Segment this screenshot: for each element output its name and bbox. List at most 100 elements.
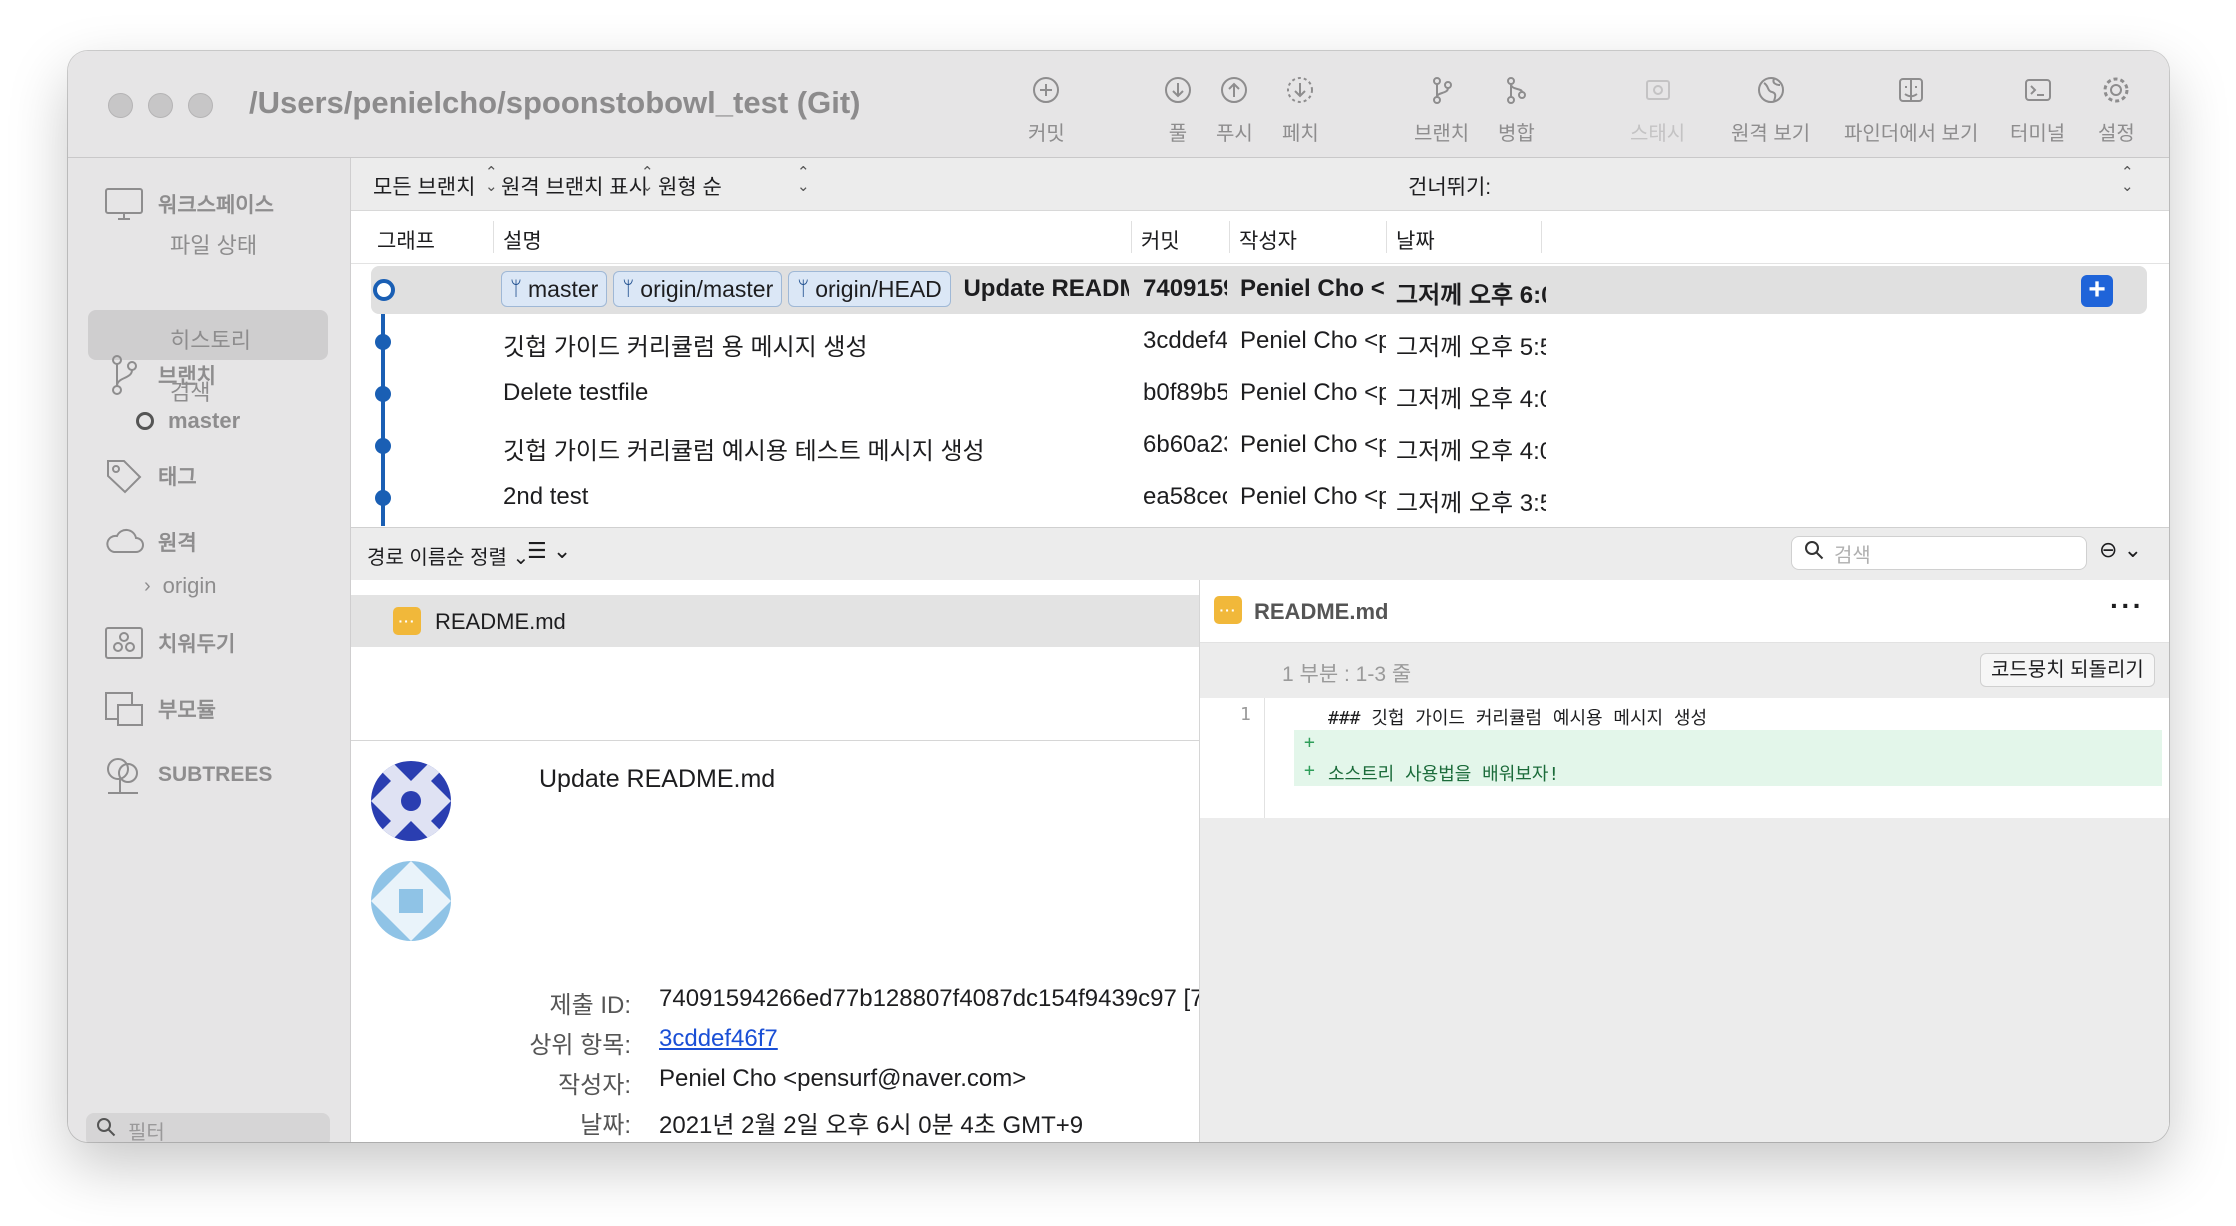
sidebar-item-file-status[interactable]: 파일 상태	[170, 228, 257, 260]
close-window-button[interactable]	[108, 93, 133, 118]
show-remote-branches-select[interactable]: 원격 브랜치 표시	[501, 171, 648, 201]
sidebar-item-history[interactable]: 히스토리	[170, 323, 251, 355]
commit-description: 2nd test	[503, 483, 589, 510]
zoom-window-button[interactable]	[188, 93, 213, 118]
commit-message: Update README.md	[539, 765, 776, 793]
branch-tag[interactable]: ᛘ master	[501, 271, 608, 307]
stash-button[interactable]: 스태시	[1630, 73, 1685, 151]
branch-button[interactable]: 브랜치	[1414, 73, 1469, 151]
author-value: Peniel Cho <pensurf@naver.com>	[659, 1065, 1027, 1092]
minimize-window-button[interactable]	[148, 93, 173, 118]
submodule-icon	[104, 689, 144, 729]
committer-avatar	[371, 861, 451, 941]
select-arrows-icon: ⌃ ⌄	[797, 164, 810, 195]
ellipsis-icon[interactable]: ···	[2110, 590, 2144, 622]
commit-row[interactable]: Delete testfile b0f89b5 Peniel Cho <pen.…	[351, 368, 2169, 420]
current-branch-icon	[136, 412, 154, 430]
discard-hunk-button[interactable]: 코드뭉치 되돌리기	[1980, 653, 2155, 687]
date-value: 2021년 2월 2일 오후 6시 0분 4초 GMT+9	[659, 1112, 1084, 1139]
add-button[interactable]: +	[2081, 275, 2113, 307]
hunk-range: 1 부분 : 1-3 줄	[1282, 663, 1412, 686]
sidebar-section-submodules[interactable]: 부모듈	[104, 689, 216, 729]
sidebar-section-stashes[interactable]: 치워두기	[104, 623, 235, 663]
commit-hash: b0f89b5	[1143, 379, 1227, 406]
commit-author: Peniel Cho <pen...	[1240, 379, 1386, 406]
graph-node	[375, 438, 391, 454]
settings-button[interactable]: 설정	[2098, 73, 2135, 151]
sidebar-section-branches[interactable]: 브랜치	[104, 355, 216, 395]
commit-button[interactable]: 커밋	[1028, 73, 1065, 151]
graph-node	[375, 490, 391, 506]
sidebar-section-subtrees[interactable]: SUBTREES	[104, 755, 272, 795]
sidebar-filter-input[interactable]: 필터	[86, 1113, 330, 1142]
file-search-input[interactable]: 검색	[1791, 536, 2087, 570]
main-content: 모든 브랜치 ⌃ ⌄ 원격 브랜치 표시 ⌃ ⌄ 원형 순 ⌃ ⌄ 건너뛰기: ⌃ ⌄ …	[351, 158, 2169, 1142]
file-row[interactable]: ··· README.md	[351, 595, 1199, 647]
commit-hash: 6b60a23	[1143, 431, 1227, 458]
more-options-button[interactable]: ⊖ ⌄	[2099, 537, 2142, 563]
pull-button[interactable]: 풀	[1161, 73, 1195, 151]
chevron-down-icon: ⌄	[2123, 537, 2142, 562]
remote-view-button[interactable]: 원격 보기	[1731, 73, 1810, 151]
sort-select[interactable]: 경로 이름순 정렬 ⌄	[367, 541, 529, 570]
sidebar-section-workspace: 워크스페이스	[104, 184, 274, 224]
sidebar-section-remotes[interactable]: 원격	[104, 522, 197, 562]
modified-file-icon: ···	[393, 607, 421, 635]
column-description[interactable]: 설명	[503, 225, 542, 255]
skip-select[interactable]: 건너뛰기:	[1408, 171, 1491, 201]
sidebar-item-master[interactable]: master	[136, 408, 240, 434]
toolbar: /Users/penielcho/spoonstobowl_test (Git)…	[68, 51, 2169, 158]
branch-icon	[104, 355, 144, 395]
parent-commit-link[interactable]: 3cddef46f7	[659, 1025, 778, 1053]
diff-file-header: ··· README.md ···	[1200, 580, 2169, 642]
column-commit[interactable]: 커밋	[1141, 225, 1180, 255]
view-mode-select[interactable]: ☰ ⌄	[527, 538, 571, 564]
commit-row[interactable]: 깃헙 가이드 커리큘럼 용 메시지 생성 3cddef4 Peniel Cho …	[351, 316, 2169, 368]
merge-button[interactable]: 병합	[1498, 73, 1535, 151]
column-graph[interactable]: 그래프	[377, 225, 435, 255]
commit-row[interactable]: 2nd test ea58cec Peniel Cho <pen... 그저께 …	[351, 472, 2169, 524]
merge-icon	[1499, 73, 1533, 107]
commit-id: 74091594266ed77b128807f4087dc154f9439c97…	[659, 985, 1200, 1012]
commit-details: Update README.md 제출 ID: 74091594266ed77b…	[351, 741, 1200, 1142]
all-branches-select[interactable]: 모든 브랜치	[373, 171, 475, 201]
changed-files-list: ··· README.md	[351, 580, 1200, 741]
sidebar: 워크스페이스 파일 상태 히스토리 검색 브랜치 master 태그 원격 › …	[68, 158, 351, 1142]
push-button[interactable]: 푸시	[1216, 73, 1253, 151]
fetch-button[interactable]: 페치	[1282, 73, 1319, 151]
commit-author: Peniel Cho <pen...	[1240, 483, 1386, 510]
column-date[interactable]: 날짜	[1396, 225, 1435, 255]
commit-hash: 3cddef4	[1143, 327, 1227, 354]
select-arrows-icon: ⌃ ⌄	[485, 164, 498, 195]
branch-icon: ᛘ	[510, 277, 522, 300]
app-window: /Users/penielcho/spoonstobowl_test (Git)…	[68, 51, 2169, 1142]
commit-row[interactable]: ᛘ master ᛘ origin/master ᛘ origin/HEAD Update…	[351, 264, 2169, 316]
branch-tag[interactable]: ᛘ origin/HEAD	[788, 271, 951, 307]
branch-tag[interactable]: ᛘ origin/master	[613, 271, 783, 307]
commit-hash: ea58cec	[1143, 483, 1227, 510]
search-icon	[1804, 540, 1824, 566]
branch-icon	[1425, 73, 1459, 107]
line-number: 1	[1240, 704, 1251, 725]
commit-row[interactable]: 깃헙 가이드 커리큘럼 예시용 테스트 메시지 생성 6b60a23 Penie…	[351, 420, 2169, 472]
stash-icon	[1641, 73, 1675, 107]
graph-node	[375, 386, 391, 402]
commit-hash: 7409159	[1143, 275, 1227, 302]
sidebar-item-origin[interactable]: › origin	[144, 573, 216, 599]
sidebar-section-tags[interactable]: 태그	[104, 456, 197, 496]
select-arrows-icon: ⌃ ⌄	[641, 164, 654, 195]
branch-icon: ᛘ	[622, 277, 635, 300]
arrow-down-circle-icon	[1161, 73, 1195, 107]
column-author[interactable]: 작성자	[1239, 225, 1297, 255]
search-icon	[96, 1117, 116, 1142]
finder-icon	[1894, 73, 1928, 107]
finder-view-button[interactable]: 파인더에서 보기	[1844, 73, 1978, 151]
commit-description: Delete testfile	[503, 379, 649, 406]
order-select[interactable]: 원형 순	[658, 171, 722, 201]
branch-icon: ᛘ	[797, 277, 810, 300]
graph-node	[375, 334, 391, 350]
terminal-button[interactable]: 터미널	[2010, 73, 2065, 151]
commit-date: 그저께 오후 3:57	[1396, 490, 1546, 517]
monitor-icon	[104, 184, 144, 224]
tag-icon	[104, 456, 144, 496]
